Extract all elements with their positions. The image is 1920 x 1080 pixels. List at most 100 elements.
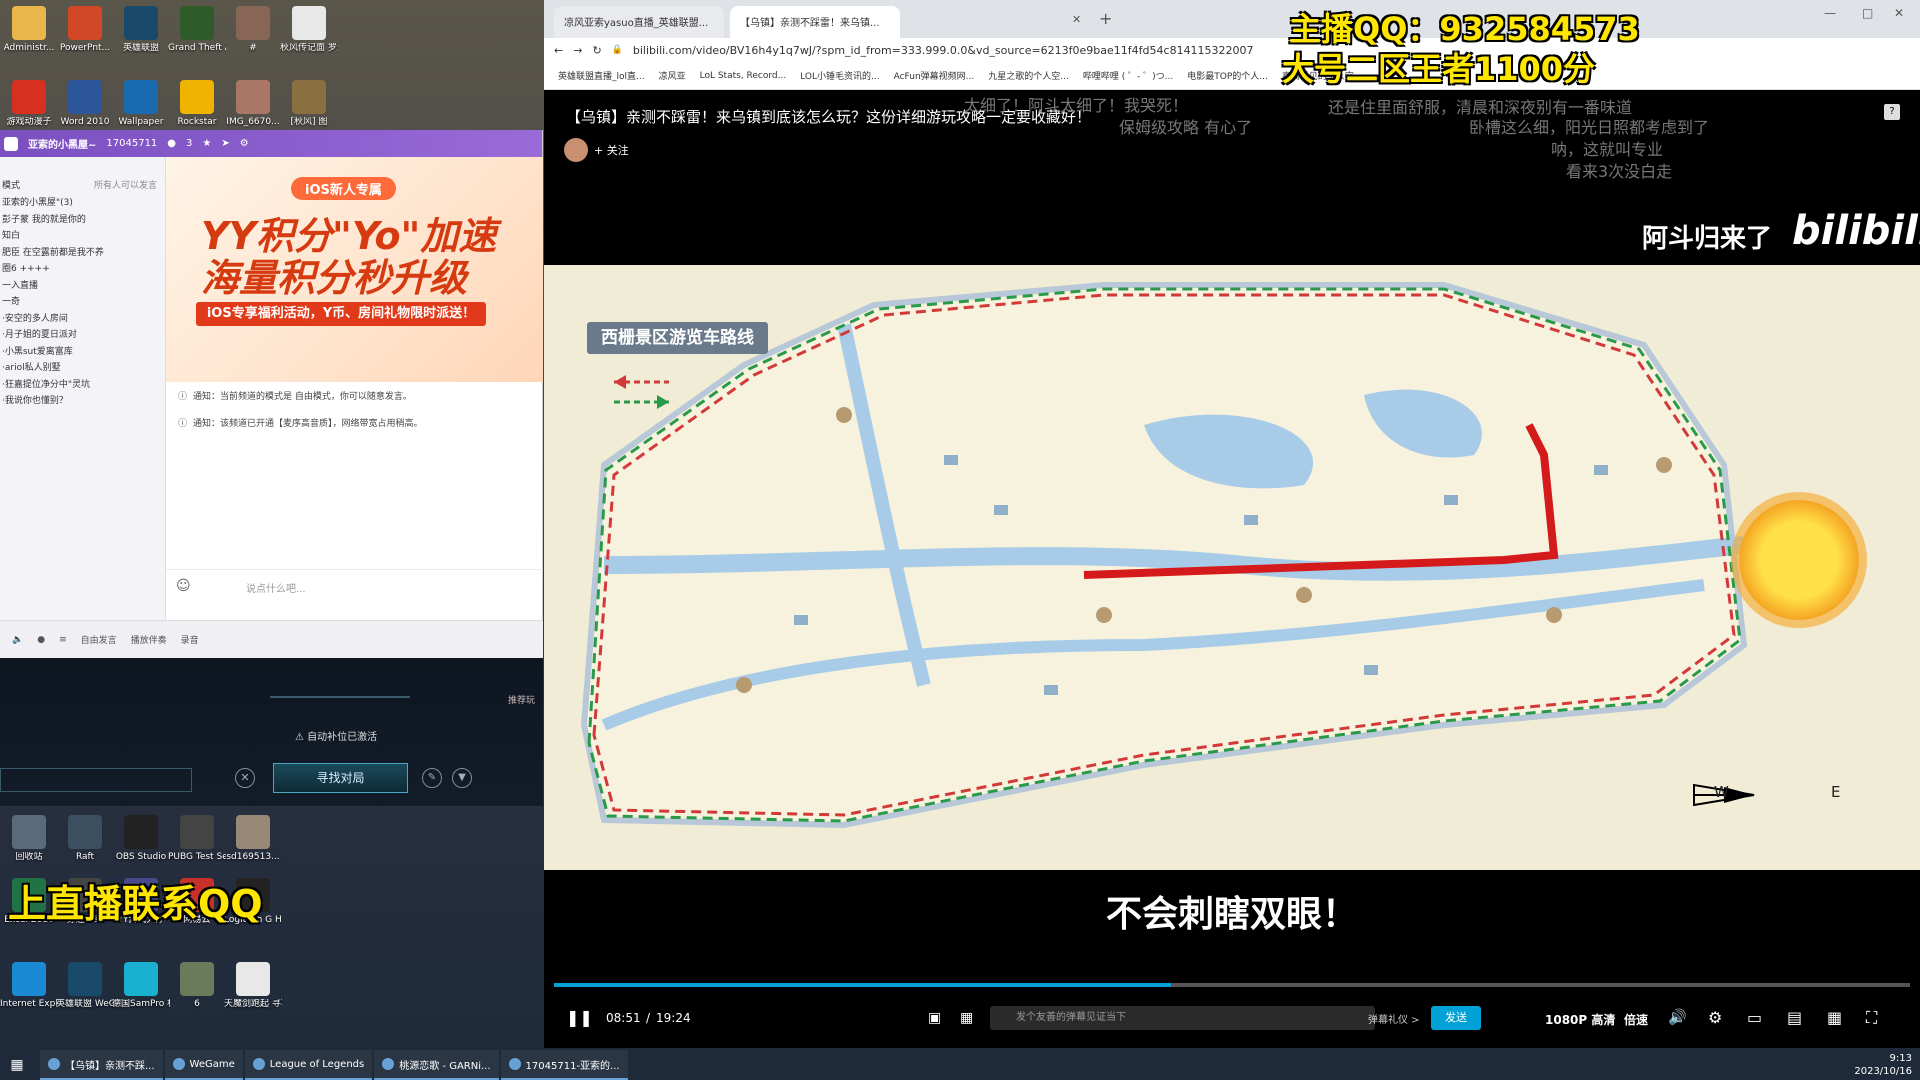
danmu-input[interactable]: 发个友善的弹幕见证当下: [990, 1006, 1375, 1030]
follow-area[interactable]: + 关注: [564, 138, 629, 162]
bookmark-item[interactable]: 英雄联盟直播_lol直...: [558, 69, 645, 82]
bookmark-item[interactable]: AcFun弹幕视频网...: [894, 69, 975, 82]
send-danmu-button[interactable]: 发送: [1431, 1006, 1481, 1030]
channel-list-item[interactable]: 圈6 ++++: [0, 261, 165, 278]
back-icon[interactable]: ←: [554, 44, 563, 57]
wide-mode-icon[interactable]: ▤: [1787, 1008, 1802, 1027]
tab-yasuo-live[interactable]: 凉风亚索yasuo直播_英雄联盟...: [554, 6, 724, 38]
danmu-4: 卧槽这么细，阳光日照都考虑到了: [1469, 118, 1710, 137]
chat-input[interactable]: ☺ 说点什么吧...: [166, 569, 543, 619]
bookmark-item[interactable]: 九星之歌的个人空...: [988, 69, 1069, 82]
desktop-icon-icons_bottom3-3[interactable]: 6: [168, 962, 226, 1010]
desktop-icon-icons_bottom3-2[interactable]: 德国SamPro 机器: [112, 962, 170, 1010]
tab-wuzhen-video[interactable]: 【乌镇】亲测不踩雷！来乌镇...: [730, 6, 900, 38]
uploader-avatar[interactable]: [564, 138, 588, 162]
star-icon[interactable]: ★: [202, 138, 211, 149]
danmu-etiquette-link[interactable]: 弹幕礼仪 >: [1368, 1011, 1420, 1026]
channel-list-item[interactable]: ·我说你也懂别？: [0, 393, 165, 410]
fullscreen-icon[interactable]: ⛶: [1866, 1008, 1877, 1028]
close-tab-icon[interactable]: ✕: [1072, 13, 1081, 26]
desktop-icon-icons_row2-1[interactable]: Word 2010: [56, 80, 114, 128]
bookmark-item[interactable]: 凉风亚: [659, 69, 686, 82]
quality-selector[interactable]: 1080P 高清: [1545, 1011, 1615, 1028]
mixer-icon[interactable]: ≡: [59, 635, 67, 645]
channel-list-item[interactable]: 亚索的小黑屋"(3): [0, 195, 165, 212]
mode-label[interactable]: 模式: [2, 178, 20, 191]
close-window-icon[interactable]: ✕: [1894, 6, 1904, 20]
desktop-icon-icons_row2-2[interactable]: Wallpaper: [112, 80, 170, 128]
close-icon[interactable]: ✕: [235, 768, 255, 788]
help-icon[interactable]: ?: [1884, 104, 1900, 120]
settings-icon[interactable]: ⚙: [240, 138, 249, 149]
video-player[interactable]: 【乌镇】亲测不踩雷！来乌镇到底该怎么玩？这份详细游玩攻略一定要收藏好！ + 关注…: [544, 90, 1920, 1030]
forward-icon[interactable]: →: [573, 44, 582, 57]
pause-icon[interactable]: ❚❚: [566, 1008, 593, 1027]
desktop-icon-icons_bottom3-0[interactable]: Internet Explorer: [0, 962, 58, 1010]
desktop-icon-icons_bottom1-0[interactable]: 回收站: [0, 815, 58, 863]
channel-list-item[interactable]: 一入直播: [0, 278, 165, 295]
free-speak-button[interactable]: 自由发言: [81, 633, 117, 646]
start-icon[interactable]: ▦: [0, 1057, 34, 1073]
volume-icon[interactable]: 🔊: [1668, 1008, 1687, 1026]
progress-bar[interactable]: [554, 983, 1910, 987]
desktop-icon-icons_top-3[interactable]: Grand Theft Auto V: [168, 6, 226, 54]
web-fullscreen-icon[interactable]: ▦: [1827, 1008, 1842, 1027]
volume-icon[interactable]: 🔈: [12, 635, 23, 645]
accompaniment-button[interactable]: 播放伴奏: [131, 633, 167, 646]
edit-icon[interactable]: ✎: [422, 768, 442, 788]
desktop-icon-icons_bottom1-3[interactable]: PUBG Test Server: [168, 815, 226, 863]
desktop-icon-icons_bottom3-4[interactable]: 天魔剑跑起 寻攻略: [224, 962, 282, 1010]
channel-list-item[interactable]: ·月子姐的夏日派对: [0, 327, 165, 344]
desktop-icon-icons_bottom1-1[interactable]: Raft: [56, 815, 114, 863]
channel-list-item[interactable]: ·安空的多人房间: [0, 311, 165, 328]
desktop-icon-icons_top-5[interactable]: 秋风传记面 罗浦萧攻略: [280, 6, 338, 54]
desktop-icon-icons_bottom1-2[interactable]: OBS Studio: [112, 815, 170, 863]
find-match-button[interactable]: 寻找对局: [273, 763, 408, 793]
desktop-icon-icons_top-0[interactable]: Administr...: [0, 6, 58, 54]
bookmark-item[interactable]: 哔哩哔哩 ( ゜- ゜)つ...: [1083, 69, 1173, 82]
new-tab-icon[interactable]: +: [1099, 9, 1112, 28]
desktop-icon-icons_top-2[interactable]: 英雄联盟: [112, 6, 170, 54]
maximize-icon[interactable]: □: [1862, 6, 1873, 20]
bookmark-item[interactable]: LoL Stats, Record...: [700, 71, 787, 81]
bookmark-item[interactable]: LOL小锤毛资讯的...: [800, 69, 879, 82]
taskbar-item[interactable]: 17045711-亚索的...: [500, 1050, 628, 1080]
promo-banner[interactable]: iOS新人专属 YY积分"Yo"加速 海量积分秒升级 iOS专享福利活动，Y币、…: [166, 157, 543, 382]
share-icon[interactable]: ➤: [221, 138, 229, 149]
desktop-icon-icons_row2-5[interactable]: [秋风] 图: [280, 80, 338, 128]
desktop-icon-icons_top-1[interactable]: PowerPnt...: [56, 6, 114, 54]
taskbar-item[interactable]: League of Legends: [244, 1050, 373, 1080]
channel-list-item[interactable]: 肥臣 在空露前都是我不养: [0, 245, 165, 262]
desktop-icon-icons_row2-0[interactable]: 游戏动漫子: [0, 80, 58, 128]
taskbar-item[interactable]: 【乌镇】亲测不踩...: [40, 1050, 163, 1080]
reload-icon[interactable]: ↻: [592, 44, 601, 57]
clock[interactable]: 9:13 2023/10/16: [1854, 1052, 1912, 1078]
pip-icon[interactable]: ▭: [1747, 1008, 1762, 1027]
desktop-icon-icons_top-4[interactable]: #: [224, 6, 282, 54]
channel-list-item[interactable]: ·狂嘉提位净分中"灵坑: [0, 377, 165, 394]
input-box[interactable]: [0, 768, 192, 792]
channel-list-item[interactable]: ·ariol私人别墅: [0, 360, 165, 377]
desktop-icon-icons_bottom3-1[interactable]: 英雄联盟 WeGame版: [56, 962, 114, 1010]
follow-button[interactable]: + 关注: [594, 142, 629, 158]
minimize-icon[interactable]: —: [1824, 6, 1836, 20]
taskbar-item[interactable]: WeGame: [164, 1050, 243, 1080]
emoji-icon[interactable]: ☺: [176, 578, 191, 594]
danmu-settings-icon[interactable]: ▦: [960, 1010, 973, 1026]
settings-icon[interactable]: ⚙: [1708, 1008, 1722, 1027]
bookmark-item[interactable]: 电影最TOP的个人...: [1187, 69, 1268, 82]
channel-list-item[interactable]: 一奇: [0, 294, 165, 311]
desktop-icon-icons_row2-3[interactable]: Rockstar: [168, 80, 226, 128]
url-field[interactable]: bilibili.com/video/BV16h4y1q7wJ/?spm_id_…: [633, 44, 1254, 57]
danmu-toggle-icon[interactable]: ▣: [928, 1010, 941, 1026]
channel-list-item[interactable]: 彭子蒙 我的就是你的: [0, 212, 165, 229]
desktop-icon-icons_bottom1-4[interactable]: sd169513...: [224, 815, 282, 863]
channel-list-item[interactable]: ·小黑sut爱离富库: [0, 344, 165, 361]
channel-list-item[interactable]: 知白: [0, 228, 165, 245]
mic-icon[interactable]: ●: [37, 635, 45, 645]
speed-selector[interactable]: 倍速: [1624, 1011, 1648, 1028]
desktop-icon-icons_row2-4[interactable]: IMG_6670...: [224, 80, 282, 128]
shield-icon[interactable]: ▼: [452, 768, 472, 788]
record-button[interactable]: 录音: [181, 633, 199, 646]
taskbar-item[interactable]: 桃源恋歌 - GARNi...: [374, 1050, 499, 1080]
